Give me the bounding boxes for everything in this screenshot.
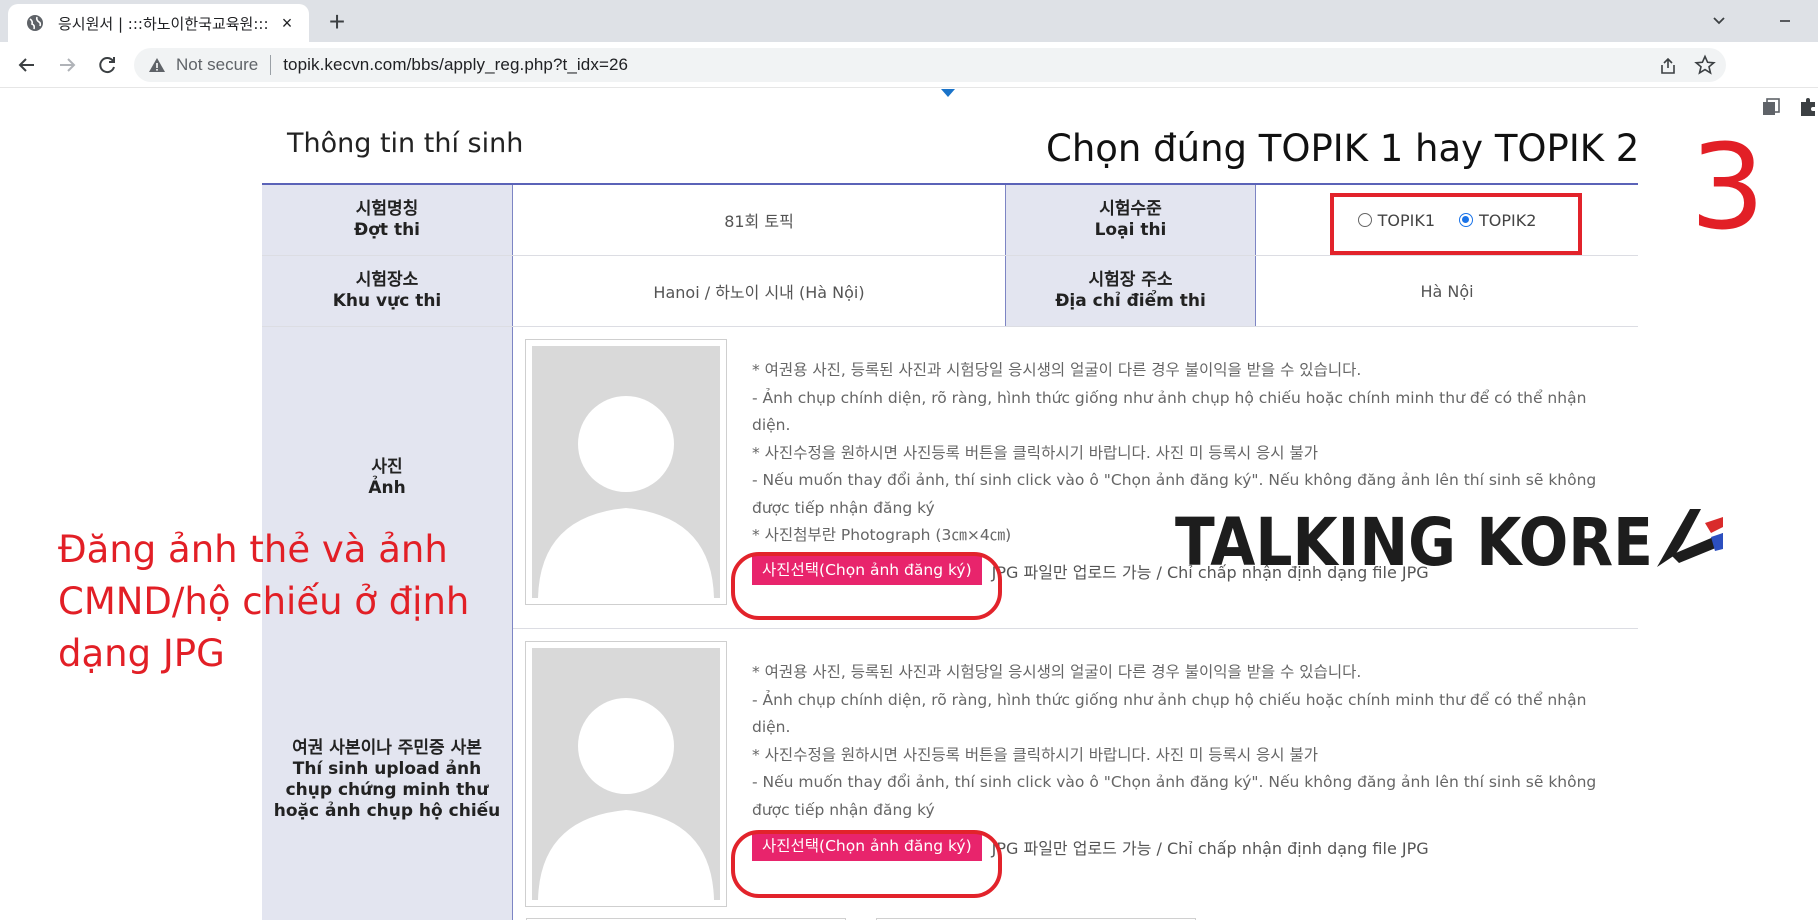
share-icon[interactable] [1658,56,1678,76]
person-silhouette-icon [538,698,714,900]
photo-upload-area: * 여권용 사진, 등록된 사진과 시험당일 응시생의 얼굴이 다른 경우 불이… [513,327,1638,628]
annotation-highlight-circle [731,830,1002,898]
exam-area-label: 시험장소 Khu vực thi [262,256,513,326]
label-korean: 시험장소 [355,270,419,290]
upload-format-hint: JPG 파일만 업로드 가능 / Chỉ chấp nhận định dạng… [991,838,1429,858]
label-vietnamese: Ảnh [368,478,406,498]
instruction-line: * 여권용 사진, 등록된 사진과 시험당일 응시생의 얼굴이 다른 경우 불이… [752,663,1362,681]
star-bookmark-icon[interactable] [1694,54,1716,76]
label-vietnamese: Khu vực thi [332,291,442,311]
not-secure-label[interactable]: Not secure [176,55,258,75]
tab-close-icon[interactable]: × [277,13,297,33]
annotation-topik-hint: Chọn đúng TOPIK 1 hay TOPIK 2 [1046,127,1640,170]
url-text[interactable]: topik.kecvn.com/bbs/apply_reg.php?t_idx=… [283,55,628,75]
label-vietnamese: Thí sinh upload ảnh chụp chứng minh thư … [273,759,501,821]
person-silhouette-icon [538,396,714,598]
label-korean: 사진 [371,457,403,477]
id-upload-area: * 여권용 사진, 등록된 사진과 시험당일 응시생의 얼굴이 다른 경우 불이… [513,629,1638,920]
annotation-step-number: 3 [1690,118,1766,256]
avatar-placeholder-icon [532,346,720,598]
chevron-down-icon[interactable] [1708,10,1730,32]
label-korean: 여권 사본이나 주민증 사본 [292,738,482,758]
label-vietnamese: Đợt thi [353,220,421,240]
instruction-line: - Ảnh chụp chính diện, rõ ràng, hình thứ… [752,388,1587,435]
instruction-line: * 여권용 사진, 등록된 사진과 시험당일 응시생의 얼굴이 다른 경우 불이… [752,361,1362,379]
id-preview [525,641,727,907]
annotation-upload-hint: Đăng ảnh thẻ và ảnh CMND/hộ chiếu ở định… [58,528,470,675]
new-tab-button[interactable]: + [322,8,352,38]
annotation-highlight-circle [731,552,1002,620]
extension-icon[interactable] [1760,96,1782,118]
exam-address-value: Hà Nội [1256,256,1638,326]
instruction-line: * 사진수정을 원하시면 사진등록 버튼을 클릭하시기 바랍니다. 사진 미 등… [752,745,1318,764]
instruction-line: - Ảnh chụp chính diện, rõ ràng, hình thứ… [752,690,1587,737]
label-korean: 시험장 주소 [1088,270,1173,290]
label-vietnamese: Địa chỉ điểm thi [1055,291,1206,311]
back-arrow-icon[interactable] [14,52,40,78]
exam-name-value: 81회 토픽 [513,185,1005,255]
annotation-highlight-box [1330,193,1582,255]
browser-toolbar: Not secure topik.kecvn.com/bbs/apply_reg… [0,42,1818,116]
tab-title: 응시원서 | :::하노이한국교육원::: [58,14,269,33]
exam-area-value: Hanoi / 하노이 시내 (Hà Nội) [513,256,1005,326]
browser-tab[interactable]: 응시원서 | :::하노이한국교육원::: × [8,4,309,42]
forward-arrow-icon[interactable] [54,52,80,78]
photo-preview [525,339,727,605]
talking-korea-logo: TALKING KORE [1175,504,1723,573]
exam-address-label: 시험장 주소 Địa chỉ điểm thi [1005,256,1256,326]
table-row: 시험장소 Khu vực thi Hanoi / 하노이 시내 (Hà Nội)… [262,256,1638,327]
label-korean: 시험수준 [1099,199,1162,219]
label-vietnamese: Loại thi [1094,220,1167,240]
menu-pointer-marker [941,89,955,97]
reload-icon[interactable] [94,52,120,78]
exam-level-label: 시험수준 Loại thi [1005,185,1256,255]
minimize-icon[interactable] [1770,8,1800,32]
label-korean: 시험명칭 [355,199,419,219]
puzzle-icon[interactable] [1798,96,1818,118]
address-bar[interactable]: Not secure topik.kecvn.com/bbs/apply_reg… [134,48,1726,82]
id-instructions: * 여권용 사진, 등록된 사진과 시험당일 응시생의 얼굴이 다른 경우 불이… [752,659,1602,824]
globe-icon [27,15,43,31]
avatar-placeholder-icon [532,648,720,900]
warning-icon [149,58,165,72]
instruction-line: - Nếu muốn thay đổi ảnh, thí sinh click … [752,773,1597,819]
svg-text:TALKING KORE: TALKING KORE [1175,504,1653,573]
exam-name-label: 시험명칭 Đợt thi [262,185,513,255]
section-title: Thông tin thí sinh [287,128,524,159]
instruction-line: * 사진수정을 원하시면 사진등록 버튼을 클릭하시기 바랍니다. 사진 미 등… [752,443,1318,462]
omnibox-divider [270,55,272,75]
browser-tab-strip: 응시원서 | :::하노이한국교육원::: × + [0,0,1818,42]
